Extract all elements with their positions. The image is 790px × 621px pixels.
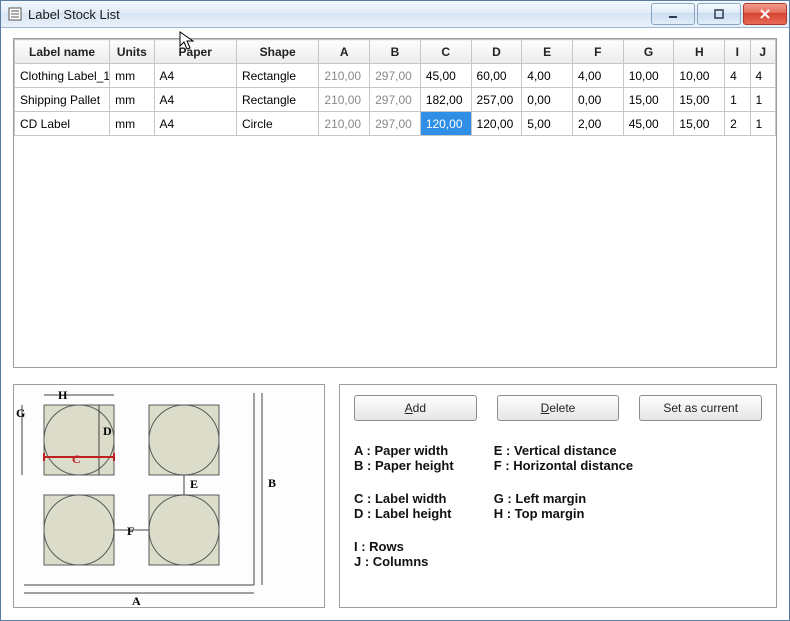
cell-name[interactable]: Shipping Pallet	[15, 88, 110, 112]
cell-c[interactable]: 120,00	[420, 112, 471, 136]
cell-d[interactable]: 60,00	[471, 64, 522, 88]
add-button[interactable]: Add	[354, 395, 477, 421]
set-as-current-label: Set as current	[663, 401, 738, 415]
label-stock-grid[interactable]: Label name Units Paper Shape A B C D E F…	[13, 38, 777, 368]
set-as-current-button[interactable]: Set as current	[639, 395, 762, 421]
cell-paper[interactable]: A4	[154, 64, 236, 88]
cell-i[interactable]: 2	[725, 112, 750, 136]
cell-name[interactable]: CD Label	[15, 112, 110, 136]
cell-j[interactable]: 1	[750, 88, 776, 112]
cell-c[interactable]: 182,00	[420, 88, 471, 112]
cell-e[interactable]: 5,00	[522, 112, 573, 136]
col-header-h[interactable]: H	[674, 40, 725, 64]
button-row: Add Delete Set as current	[354, 395, 762, 421]
cell-units[interactable]: mm	[110, 88, 154, 112]
right-panel: Add Delete Set as current A : Paper widt…	[339, 384, 777, 608]
cell-i[interactable]: 1	[725, 88, 750, 112]
titlebar: Label Stock List	[1, 1, 789, 28]
cell-paper[interactable]: A4	[154, 112, 236, 136]
window-buttons	[651, 3, 787, 25]
cell-b[interactable]: 297,00	[370, 64, 421, 88]
minimize-button[interactable]	[651, 3, 695, 25]
cell-h[interactable]: 15,00	[674, 88, 725, 112]
cell-name[interactable]: Clothing Label_1	[15, 64, 110, 88]
table-row[interactable]: Shipping PalletmmA4Rectangle210,00297,00…	[15, 88, 776, 112]
window-title: Label Stock List	[28, 7, 651, 22]
delete-button-rest: elete	[549, 401, 575, 415]
cell-g[interactable]: 10,00	[623, 64, 674, 88]
col-header-shape[interactable]: Shape	[236, 40, 318, 64]
legend-j: J : Columns	[354, 554, 454, 569]
legend-f: F : Horizontal distance	[494, 458, 633, 473]
diagram-letter-f: F	[127, 524, 134, 538]
label-layout-diagram: H G D C E F A B	[13, 384, 325, 608]
cell-units[interactable]: mm	[110, 112, 154, 136]
cell-shape[interactable]: Rectangle	[236, 88, 318, 112]
cell-e[interactable]: 4,00	[522, 64, 573, 88]
cell-g[interactable]: 15,00	[623, 88, 674, 112]
col-header-i[interactable]: I	[725, 40, 750, 64]
cell-j[interactable]: 4	[750, 64, 776, 88]
table-row[interactable]: Clothing Label_1mmA4Rectangle210,00297,0…	[15, 64, 776, 88]
cell-h[interactable]: 10,00	[674, 64, 725, 88]
cell-a[interactable]: 210,00	[319, 88, 370, 112]
cell-units[interactable]: mm	[110, 64, 154, 88]
col-header-label-name[interactable]: Label name	[15, 40, 110, 64]
add-button-rest: dd	[413, 401, 426, 415]
cell-a[interactable]: 210,00	[319, 64, 370, 88]
close-button[interactable]	[743, 3, 787, 25]
diagram-letter-e: E	[190, 477, 198, 491]
col-header-paper[interactable]: Paper	[154, 40, 236, 64]
col-header-d[interactable]: D	[471, 40, 522, 64]
diagram-letter-d: D	[103, 424, 112, 438]
col-header-e[interactable]: E	[522, 40, 573, 64]
legend-c: C : Label width	[354, 491, 454, 506]
cell-i[interactable]: 4	[725, 64, 750, 88]
cell-g[interactable]: 45,00	[623, 112, 674, 136]
client-area: Label name Units Paper Shape A B C D E F…	[1, 28, 789, 620]
cell-f[interactable]: 4,00	[572, 64, 623, 88]
table-row[interactable]: CD LabelmmA4Circle210,00297,00120,00120,…	[15, 112, 776, 136]
grid-header-row: Label name Units Paper Shape A B C D E F…	[15, 40, 776, 64]
diagram-letter-b: B	[268, 476, 276, 490]
legend-a: A : Paper width	[354, 443, 454, 458]
col-header-j[interactable]: J	[750, 40, 776, 64]
app-icon	[7, 6, 23, 22]
diagram-letter-h: H	[58, 388, 68, 402]
cell-h[interactable]: 15,00	[674, 112, 725, 136]
col-header-f[interactable]: F	[572, 40, 623, 64]
cell-b[interactable]: 297,00	[370, 88, 421, 112]
cell-shape[interactable]: Circle	[236, 112, 318, 136]
legend-g: G : Left margin	[494, 491, 633, 506]
col-header-g[interactable]: G	[623, 40, 674, 64]
diagram-letter-c: C	[72, 452, 81, 466]
cell-d[interactable]: 120,00	[471, 112, 522, 136]
col-header-a[interactable]: A	[319, 40, 370, 64]
legend-b: B : Paper height	[354, 458, 454, 473]
cell-paper[interactable]: A4	[154, 88, 236, 112]
cell-f[interactable]: 0,00	[572, 88, 623, 112]
cell-a[interactable]: 210,00	[319, 112, 370, 136]
cell-e[interactable]: 0,00	[522, 88, 573, 112]
cell-f[interactable]: 2,00	[572, 112, 623, 136]
col-header-c[interactable]: C	[420, 40, 471, 64]
legend-d: D : Label height	[354, 506, 454, 521]
legend: A : Paper width B : Paper height C : Lab…	[354, 443, 762, 583]
legend-e: E : Vertical distance	[494, 443, 633, 458]
cell-c[interactable]: 45,00	[420, 64, 471, 88]
cell-shape[interactable]: Rectangle	[236, 64, 318, 88]
diagram-letter-g: G	[16, 406, 25, 420]
diagram-letter-a: A	[132, 594, 141, 608]
legend-i: I : Rows	[354, 539, 454, 554]
window: Label Stock List	[0, 0, 790, 621]
cell-j[interactable]: 1	[750, 112, 776, 136]
col-header-units[interactable]: Units	[110, 40, 154, 64]
cell-d[interactable]: 257,00	[471, 88, 522, 112]
cell-b[interactable]: 297,00	[370, 112, 421, 136]
maximize-button[interactable]	[697, 3, 741, 25]
col-header-b[interactable]: B	[370, 40, 421, 64]
legend-h: H : Top margin	[494, 506, 633, 521]
delete-button[interactable]: Delete	[497, 395, 620, 421]
lower-pane: H G D C E F A B Add Delete Set as c	[13, 384, 777, 608]
